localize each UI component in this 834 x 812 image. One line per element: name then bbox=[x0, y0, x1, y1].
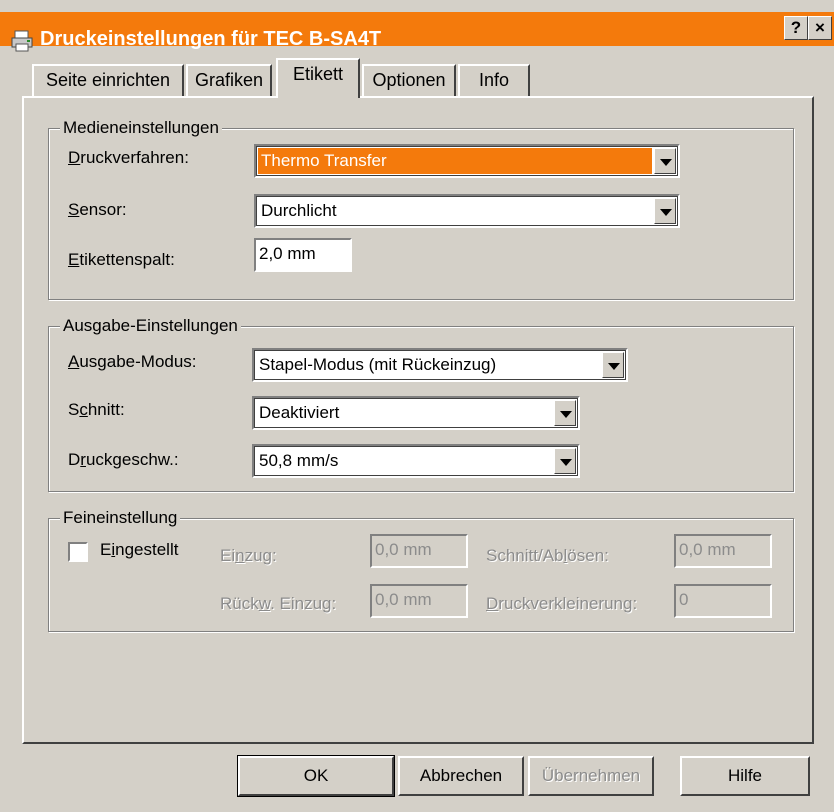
einzug-input[interactable]: 0,0 mm bbox=[370, 534, 468, 568]
druckgeschw-value: 50,8 mm/s bbox=[259, 451, 339, 470]
druckverfahren-dropdown-button[interactable] bbox=[654, 148, 676, 174]
druckverfahren-label: Druckverfahren: bbox=[68, 148, 189, 167]
sensor-select[interactable]: Durchlicht bbox=[254, 194, 680, 228]
druckverfahren-select[interactable]: Thermo Transfer bbox=[254, 144, 680, 178]
ok-button[interactable]: OK bbox=[237, 755, 395, 797]
help-button[interactable]: ? bbox=[784, 16, 808, 40]
sensor-label: Sensor: bbox=[68, 200, 127, 219]
tab-grafiken[interactable]: Grafiken bbox=[186, 64, 272, 96]
sensor-dropdown-button[interactable] bbox=[654, 198, 676, 224]
schnitt-value: Deaktiviert bbox=[259, 403, 340, 422]
schnitt-dropdown-button[interactable] bbox=[554, 400, 576, 426]
title-bar[interactable]: Druckeinstellungen für TEC B-SA4T bbox=[0, 12, 834, 52]
hilfe-button[interactable]: Hilfe bbox=[680, 756, 810, 796]
output-settings-title: Ausgabe-Einstellungen bbox=[60, 316, 241, 336]
rueckw-einzug-input[interactable]: 0,0 mm bbox=[370, 584, 468, 618]
einzug-label: Einzug: bbox=[220, 546, 277, 565]
eingestellt-checkbox[interactable] bbox=[68, 542, 88, 562]
ausgabe-modus-value: Stapel-Modus (mit Rückeinzug) bbox=[259, 355, 497, 374]
druckverfahren-value: Thermo Transfer bbox=[261, 151, 387, 170]
tab-optionen[interactable]: Optionen bbox=[362, 64, 456, 96]
printer-icon bbox=[11, 30, 33, 52]
print-settings-dialog: Druckeinstellungen für TEC B-SA4T ? × Se… bbox=[0, 0, 834, 812]
druckgeschw-label: Druckgeschw.: bbox=[68, 450, 179, 469]
tab-info[interactable]: Info bbox=[458, 64, 530, 96]
ausgabe-modus-label: Ausgabe-Modus: bbox=[68, 352, 197, 371]
window-title: Druckeinstellungen für TEC B-SA4T bbox=[40, 28, 382, 50]
uebernehmen-button[interactable]: Übernehmen bbox=[528, 756, 654, 796]
druckgeschw-dropdown-button[interactable] bbox=[554, 448, 576, 474]
schnitt-label: Schnitt: bbox=[68, 400, 125, 419]
fine-settings-title: Feineinstellung bbox=[60, 508, 181, 528]
abbrechen-button[interactable]: Abbrechen bbox=[398, 756, 524, 796]
schnitt-abloesen-input[interactable]: 0,0 mm bbox=[674, 534, 772, 568]
etikettenspalt-input[interactable]: 2,0 mm bbox=[254, 238, 352, 272]
rueckw-einzug-label: Rückw. Einzug: bbox=[220, 594, 337, 613]
druckverkleinerung-input[interactable]: 0 bbox=[674, 584, 772, 618]
eingestellt-label[interactable]: Eingestellt bbox=[100, 540, 178, 560]
close-button[interactable]: × bbox=[808, 16, 832, 40]
media-settings-title: Medieneinstellungen bbox=[60, 118, 222, 138]
druckverkleinerung-label: Druckverkleinerung: bbox=[486, 594, 638, 613]
schnitt-abloesen-label: Schnitt/Ablösen: bbox=[486, 546, 609, 565]
etikettenspalt-label: Etikettenspalt: bbox=[68, 250, 175, 269]
tab-seite-einrichten[interactable]: Seite einrichten bbox=[32, 64, 184, 96]
ausgabe-modus-select[interactable]: Stapel-Modus (mit Rückeinzug) bbox=[252, 348, 628, 382]
sensor-value: Durchlicht bbox=[261, 201, 337, 220]
ausgabe-modus-dropdown-button[interactable] bbox=[602, 352, 624, 378]
druckgeschw-select[interactable]: 50,8 mm/s bbox=[252, 444, 580, 478]
schnitt-select[interactable]: Deaktiviert bbox=[252, 396, 580, 430]
tab-etikett[interactable]: Etikett bbox=[276, 58, 360, 98]
